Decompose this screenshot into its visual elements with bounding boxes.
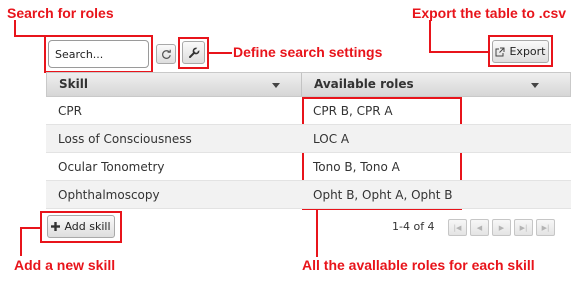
next-page-button[interactable]: ▶ bbox=[492, 219, 511, 236]
column-header-skill[interactable]: Skill bbox=[47, 73, 302, 96]
sort-caret-icon[interactable] bbox=[272, 83, 280, 88]
end-page-button[interactable]: ▶| bbox=[536, 219, 555, 236]
refresh-button[interactable] bbox=[156, 44, 176, 64]
callout-search: Search for roles bbox=[7, 5, 114, 21]
column-header-label: Skill bbox=[59, 77, 88, 91]
export-label: Export bbox=[509, 45, 546, 58]
first-page-icon: |◀ bbox=[453, 223, 462, 232]
end-page-icon: ▶| bbox=[541, 223, 550, 232]
callout-export: Export the table to .csv bbox=[412, 5, 567, 21]
roles-cell: CPR B, CPR A bbox=[313, 104, 393, 118]
column-header-roles[interactable]: Available roles bbox=[302, 73, 570, 96]
skill-cell: Ocular Tonometry bbox=[58, 160, 165, 174]
last-page-button[interactable]: ▶| bbox=[514, 219, 533, 236]
last-page-icon: ▶| bbox=[519, 223, 528, 232]
leader-search-h bbox=[14, 35, 46, 37]
table-row[interactable]: Ophthalmoscopy Opht B, Opht A, Opht B bbox=[46, 181, 571, 209]
column-header-label: Available roles bbox=[314, 77, 414, 91]
leader-export-v bbox=[429, 20, 431, 53]
export-button[interactable]: Export bbox=[492, 40, 549, 63]
prev-page-icon: ◀ bbox=[476, 223, 483, 232]
next-page-icon: ▶ bbox=[498, 223, 505, 232]
refresh-icon bbox=[161, 49, 171, 59]
table-row[interactable]: Ocular Tonometry Tono B, Tono A bbox=[46, 153, 571, 181]
roles-cell: LOC A bbox=[313, 132, 350, 146]
leader-add-v bbox=[20, 227, 22, 256]
skill-cell: Ophthalmoscopy bbox=[58, 188, 160, 202]
external-link-icon bbox=[495, 47, 505, 56]
add-skill-label: Add skill bbox=[64, 220, 111, 233]
table-header: Skill Available roles bbox=[46, 72, 571, 97]
callout-roles: All the avallable roles for each skill bbox=[302, 257, 535, 273]
skill-cell: CPR bbox=[58, 104, 82, 118]
prev-page-button[interactable]: ◀ bbox=[470, 219, 489, 236]
search-settings-button[interactable] bbox=[182, 41, 205, 64]
wrench-icon bbox=[188, 46, 200, 58]
first-page-button[interactable]: |◀ bbox=[448, 219, 467, 236]
add-skill-button[interactable]: Add skill bbox=[47, 215, 115, 238]
skill-cell: Loss of Consciousness bbox=[58, 132, 192, 146]
search-input[interactable] bbox=[48, 40, 149, 68]
roles-cell: Opht B, Opht A, Opht B bbox=[313, 188, 453, 202]
table-row[interactable]: CPR CPR B, CPR A bbox=[46, 97, 571, 125]
pagination-info: 1-4 of 4 bbox=[392, 220, 435, 233]
callout-add: Add a new skill bbox=[14, 257, 116, 273]
leader-add-h bbox=[20, 227, 42, 229]
roles-cell: Tono B, Tono A bbox=[313, 160, 400, 174]
leader-export-h bbox=[429, 51, 490, 53]
sort-caret-icon[interactable] bbox=[531, 83, 539, 88]
table-row[interactable]: Loss of Consciousness LOC A bbox=[46, 125, 571, 153]
callout-settings: Define search settings bbox=[233, 44, 383, 60]
plus-icon bbox=[51, 222, 61, 231]
leader-settings bbox=[208, 52, 232, 54]
leader-roles bbox=[316, 209, 318, 257]
